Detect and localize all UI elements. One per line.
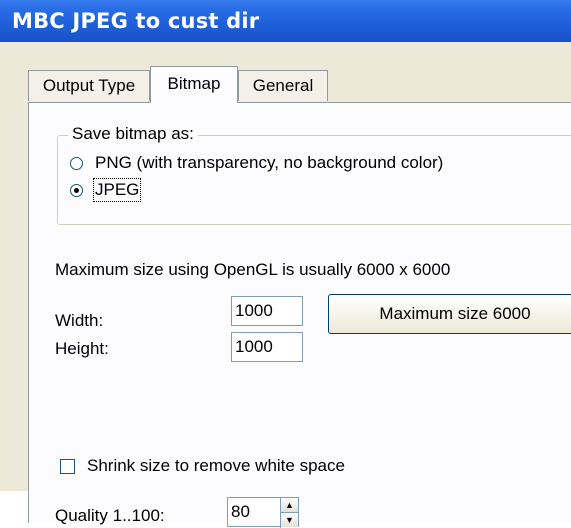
quality-value: 80: [231, 502, 250, 521]
dialog-frame: Output Type Bitmap General Save bitmap a…: [0, 42, 571, 528]
tab-general[interactable]: General: [238, 70, 328, 101]
opengl-info-text: Maximum size using OpenGL is usually 600…: [55, 260, 451, 279]
maximum-size-button[interactable]: Maximum size 6000: [328, 294, 571, 334]
tab-output-type-label: Output Type: [42, 76, 136, 95]
quality-spinner[interactable]: ▲ ▼: [280, 498, 298, 528]
radio-jpeg-label: JPEG: [92, 178, 142, 202]
width-input[interactable]: 1000: [231, 296, 303, 326]
quality-label: Quality 1..100:: [55, 506, 165, 525]
radio-jpeg-button[interactable]: [70, 183, 83, 197]
spin-down-icon[interactable]: ▼: [281, 513, 298, 527]
save-bitmap-groupbox: Save bitmap as: PNG (with transparency, …: [57, 124, 571, 225]
tab-general-label: General: [252, 76, 314, 95]
maximum-size-button-label: Maximum size 6000: [379, 304, 531, 323]
height-label: Height:: [55, 339, 109, 358]
tab-output-type[interactable]: Output Type: [28, 70, 150, 101]
shrink-label: Shrink size to remove white space: [87, 456, 345, 475]
bitmap-tab-panel: Save bitmap as: PNG (with transparency, …: [28, 102, 571, 528]
width-label: Width:: [55, 311, 104, 330]
radio-png-button[interactable]: [70, 156, 83, 170]
spin-up-icon[interactable]: ▲: [281, 498, 298, 513]
title-bar[interactable]: MBC JPEG to cust dir: [0, 0, 571, 42]
window-title: MBC JPEG to cust dir: [12, 9, 260, 33]
quality-input[interactable]: 80 ▲ ▼: [227, 497, 299, 528]
tab-bitmap[interactable]: Bitmap: [150, 66, 238, 103]
radio-jpeg[interactable]: JPEG: [70, 178, 142, 202]
tab-bitmap-label: Bitmap: [167, 74, 221, 93]
height-input[interactable]: 1000: [231, 332, 303, 362]
radio-png[interactable]: PNG (with transparency, no background co…: [70, 152, 443, 174]
radio-png-label: PNG (with transparency, no background co…: [95, 153, 444, 172]
save-bitmap-legend: Save bitmap as:: [68, 124, 198, 144]
shrink-checkbox[interactable]: [60, 459, 75, 474]
dialog-client: Output Type Bitmap General Save bitmap a…: [8, 42, 571, 528]
